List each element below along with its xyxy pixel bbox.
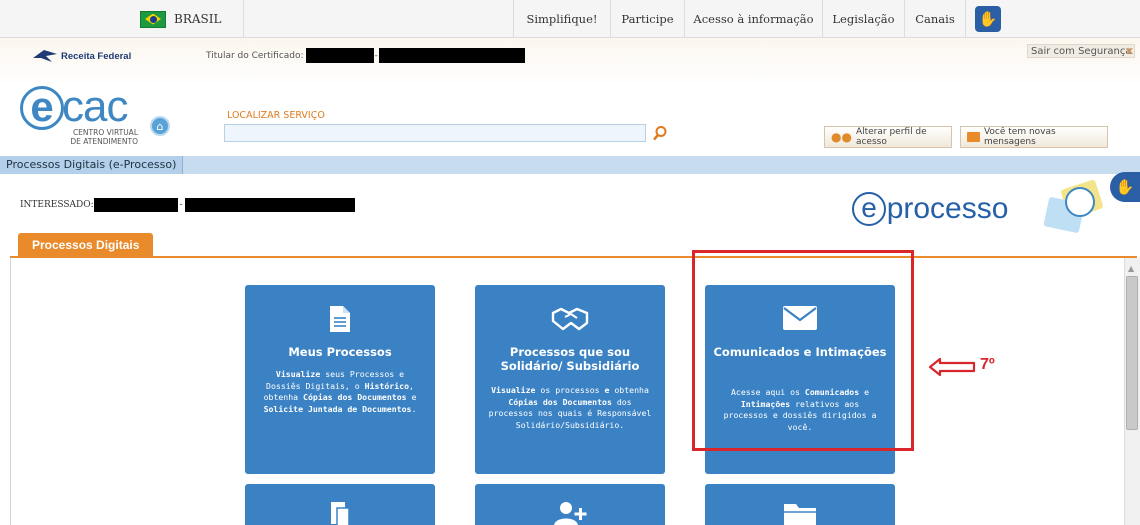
ecac-logo[interactable]: e cac CENTRO VIRTUAL DE ATENDIMENTO bbox=[20, 82, 140, 146]
interessado-info: INTERESSADO: - bbox=[20, 198, 355, 212]
card-title: Processos que sou Solidário/ Subsidiário bbox=[500, 345, 640, 373]
breadcrumb-bar: Processos Digitais (e-Processo) bbox=[0, 156, 1140, 174]
card-description: Visualize seus Processos e Dossiês Digit… bbox=[263, 369, 417, 414]
eprocesso-logo: eprocesso e bbox=[852, 178, 1112, 242]
brasil-label: BRASIL bbox=[174, 12, 222, 26]
tab-processos-digitais[interactable]: Processos Digitais bbox=[18, 233, 154, 257]
ecac-header: Receita Federal Titular do Certificado: … bbox=[0, 38, 1140, 156]
sign-language-side-icon[interactable]: ✋ bbox=[1110, 172, 1140, 202]
gov-link-canais[interactable]: Canais bbox=[904, 0, 966, 38]
eprocesso-e-mark: e bbox=[852, 192, 886, 226]
messages-label: Você tem novas mensagens bbox=[983, 127, 1056, 147]
add-user-icon bbox=[554, 502, 587, 525]
sign-language-icon[interactable]: ✋ bbox=[975, 6, 1001, 32]
messages-button[interactable]: Você tem novas mensagens bbox=[960, 126, 1108, 148]
handshake-icon bbox=[551, 307, 589, 331]
card-description: Visualize os processos e obtenha Cópias … bbox=[488, 385, 652, 430]
scroll-up-icon[interactable]: ▲ bbox=[1128, 264, 1134, 273]
receita-federal-logo[interactable]: Receita Federal bbox=[32, 48, 131, 64]
highlight-box bbox=[692, 250, 914, 451]
ecac-wordmark: cac bbox=[62, 82, 128, 131]
change-profile-button[interactable]: ●● Alterar perfil de acesso bbox=[824, 126, 952, 148]
gov-link-legislacao[interactable]: Legislação bbox=[822, 0, 904, 38]
card-row2-1[interactable] bbox=[245, 484, 435, 525]
step-annotation: 7º bbox=[980, 356, 995, 373]
card-solidario-subsidiario[interactable]: Processos que sou Solidário/ Subsidiário… bbox=[475, 285, 665, 474]
gov-link-simplifique[interactable]: Simplifique! bbox=[513, 0, 610, 38]
ecac-subtitle-line1: CENTRO VIRTUAL bbox=[72, 128, 138, 137]
redacted-block bbox=[93, 198, 178, 212]
certificate-holder: Titular do Certificado: - bbox=[206, 48, 525, 63]
eprocesso-graphic-icon bbox=[1043, 179, 1103, 233]
breadcrumb[interactable]: Processos Digitais (e-Processo) bbox=[0, 156, 184, 174]
card-row2-2[interactable] bbox=[475, 484, 665, 525]
mail-icon bbox=[967, 132, 980, 142]
folder-icon bbox=[784, 504, 816, 525]
document-icon bbox=[330, 306, 350, 332]
redacted-block bbox=[184, 198, 355, 212]
card-row2-3[interactable] bbox=[705, 484, 895, 525]
brasil-link[interactable]: BRASIL bbox=[140, 0, 244, 38]
search-icon[interactable] bbox=[652, 125, 668, 141]
card-meus-processos[interactable]: Meus Processos Visualize seus Processos … bbox=[245, 285, 435, 474]
card-title: Meus Processos bbox=[288, 345, 392, 359]
gov-link-participe[interactable]: Participe bbox=[610, 0, 684, 38]
ecac-e-mark: e bbox=[20, 86, 64, 130]
exit-secure-link[interactable]: Sair com Segurança bbox=[1027, 44, 1136, 58]
redacted-block bbox=[378, 48, 525, 63]
receita-bird-icon bbox=[33, 50, 57, 62]
brazil-flag-icon bbox=[140, 10, 166, 28]
close-icon[interactable]: x bbox=[1126, 44, 1133, 57]
interessado-label: INTERESSADO: bbox=[20, 200, 94, 210]
eprocesso-wordmark: eprocesso bbox=[886, 192, 1009, 225]
change-profile-label: Alterar perfil de acesso bbox=[855, 127, 927, 147]
redacted-block bbox=[305, 48, 374, 63]
search-input[interactable] bbox=[224, 124, 646, 142]
receita-federal-label: Receita Federal bbox=[61, 50, 132, 62]
search-label: LOCALIZAR SERVIÇO bbox=[227, 110, 325, 121]
users-icon: ●● bbox=[831, 130, 852, 144]
certificate-label: Titular do Certificado: bbox=[206, 50, 304, 61]
gov-top-bar: BRASIL Simplifique! Participe Acesso à i… bbox=[0, 0, 1140, 38]
document-stack-icon bbox=[331, 502, 350, 525]
home-icon[interactable]: ⌂ bbox=[150, 116, 170, 136]
ecac-subtitle-line2: DE ATENDIMENTO bbox=[70, 137, 138, 146]
scrollbar-thumb[interactable] bbox=[1126, 276, 1138, 430]
gov-link-acesso-informacao[interactable]: Acesso à informação bbox=[684, 0, 822, 38]
arrow-left-icon bbox=[928, 357, 976, 377]
